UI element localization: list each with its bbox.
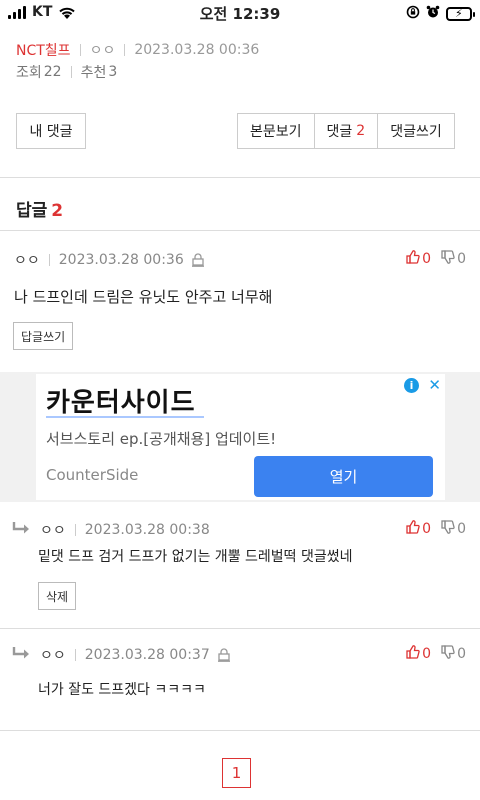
comment-text: 나 드프인데 드림은 유닛도 안주고 너무해 xyxy=(14,288,273,306)
divider xyxy=(48,254,50,266)
section-divider xyxy=(0,628,480,629)
post-meta: NCT칠프 ㅇㅇ 2023.03.28 00:36 xyxy=(16,40,259,60)
thumbs-up-icon xyxy=(406,645,420,663)
divider xyxy=(70,66,72,78)
downvote-count: 0 xyxy=(457,521,466,537)
views-label: 조회 xyxy=(16,65,42,81)
recommend-label: 추천 xyxy=(80,65,107,81)
delete-button[interactable]: 삭제 xyxy=(38,582,77,610)
vote-group: 0 0 xyxy=(406,250,466,268)
comment-author[interactable]: ㅇㅇ xyxy=(40,645,66,665)
views-count: 22 xyxy=(43,64,62,80)
upvote-button[interactable]: 0 xyxy=(406,250,431,268)
replies-count: 2 xyxy=(51,201,64,221)
upvote-button[interactable]: 0 xyxy=(406,520,431,538)
divider xyxy=(74,524,76,536)
post-category[interactable]: NCT칠프 xyxy=(16,40,71,60)
downvote-button[interactable]: 0 xyxy=(441,645,466,663)
comment-item: ㅇㅇ 2023.03.28 00:36 0 0 나 드프인데 드림은 유닛도 안… xyxy=(0,250,480,350)
upvote-count: 0 xyxy=(422,521,432,537)
ip-icon xyxy=(217,648,230,662)
comment-author[interactable]: ㅇㅇ xyxy=(14,250,40,270)
alarm-icon xyxy=(426,4,440,23)
comment-date: 2023.03.28 00:37 xyxy=(84,647,210,663)
write-comment-button[interactable]: 댓글쓰기 xyxy=(377,113,455,149)
upvote-count: 0 xyxy=(422,251,432,267)
replies-heading: 답글 2 xyxy=(16,196,63,221)
downvote-button[interactable]: 0 xyxy=(441,520,466,538)
thumbs-up-icon xyxy=(406,520,420,538)
comments-button[interactable]: 댓글 2 xyxy=(313,113,379,149)
upvote-count: 0 xyxy=(422,646,432,662)
my-comments-button[interactable]: 내 댓글 xyxy=(16,113,86,149)
reply-item: ㅇㅇ 2023.03.28 00:38 0 0 밑댓 드프 검거 드프가 없기는… xyxy=(0,520,480,610)
reply-arrow-icon xyxy=(12,646,32,664)
vote-group: 0 0 xyxy=(406,645,466,663)
reply-arrow-icon xyxy=(12,521,32,539)
comments-label: 댓글 xyxy=(326,124,353,140)
comment-toolbar: 본문보기 댓글 2 댓글쓰기 xyxy=(237,113,455,149)
ip-icon xyxy=(191,253,204,267)
thumbs-up-icon xyxy=(406,250,420,268)
downvote-button[interactable]: 0 xyxy=(441,250,466,268)
comment-text: 밑댓 드프 검거 드프가 없기는 개뿔 드레벌떡 댓글썼네 xyxy=(38,549,353,565)
divider xyxy=(79,44,81,56)
comment-author[interactable]: ㅇㅇ xyxy=(40,520,66,540)
ad-title[interactable]: 카운터사이드 xyxy=(46,382,196,419)
write-reply-button[interactable]: 답글쓰기 xyxy=(13,322,74,350)
ad-close-icon[interactable]: ✕ xyxy=(428,376,441,394)
ad-info-icon[interactable]: i xyxy=(404,378,419,393)
upvote-button[interactable]: 0 xyxy=(406,645,431,663)
recommend-count: 3 xyxy=(108,64,118,80)
status-bar: KT 오전 12:39 ⚡ xyxy=(0,0,480,26)
reply-item: ㅇㅇ 2023.03.28 00:37 0 0 너가 잘도 드프겠다 ㅋㅋㅋㅋ xyxy=(0,645,480,698)
ad-title-underline xyxy=(46,416,204,418)
comment-date: 2023.03.28 00:38 xyxy=(84,522,210,538)
vote-group: 0 0 xyxy=(406,520,466,538)
comments-count: 2 xyxy=(356,123,366,139)
ad-description: 서브스토리 ep.[공개채용] 업데이트! xyxy=(46,430,277,448)
downvote-count: 0 xyxy=(457,251,466,267)
divider xyxy=(124,44,126,56)
post-date: 2023.03.28 00:36 xyxy=(134,42,260,58)
thumbs-down-icon xyxy=(441,520,455,538)
downvote-count: 0 xyxy=(457,646,466,662)
status-right: ⚡ xyxy=(406,4,475,23)
battery-icon: ⚡ xyxy=(446,6,475,21)
comment-date: 2023.03.28 00:36 xyxy=(58,252,184,268)
rotation-lock-icon xyxy=(406,4,420,23)
ad-banner[interactable]: 카운터사이드 서브스토리 ep.[공개채용] 업데이트! CounterSide… xyxy=(36,374,445,500)
ad-brand: CounterSide xyxy=(46,466,139,484)
comment-text: 너가 잘도 드프겠다 ㅋㅋㅋㅋ xyxy=(38,682,206,698)
thumbs-down-icon xyxy=(441,645,455,663)
view-post-button[interactable]: 본문보기 xyxy=(237,113,315,149)
section-divider xyxy=(0,177,480,178)
replies-label: 답글 xyxy=(16,201,48,221)
post-author[interactable]: ㅇㅇ xyxy=(90,40,116,60)
section-divider xyxy=(0,230,480,231)
thumbs-down-icon xyxy=(441,250,455,268)
section-divider xyxy=(0,730,480,731)
page-number-current[interactable]: 1 xyxy=(222,758,251,788)
ad-container: 카운터사이드 서브스토리 ep.[공개채용] 업데이트! CounterSide… xyxy=(0,372,480,502)
divider xyxy=(74,649,76,661)
post-stats: 조회 22 추천 3 xyxy=(16,62,117,82)
ad-open-button[interactable]: 열기 xyxy=(254,456,433,497)
